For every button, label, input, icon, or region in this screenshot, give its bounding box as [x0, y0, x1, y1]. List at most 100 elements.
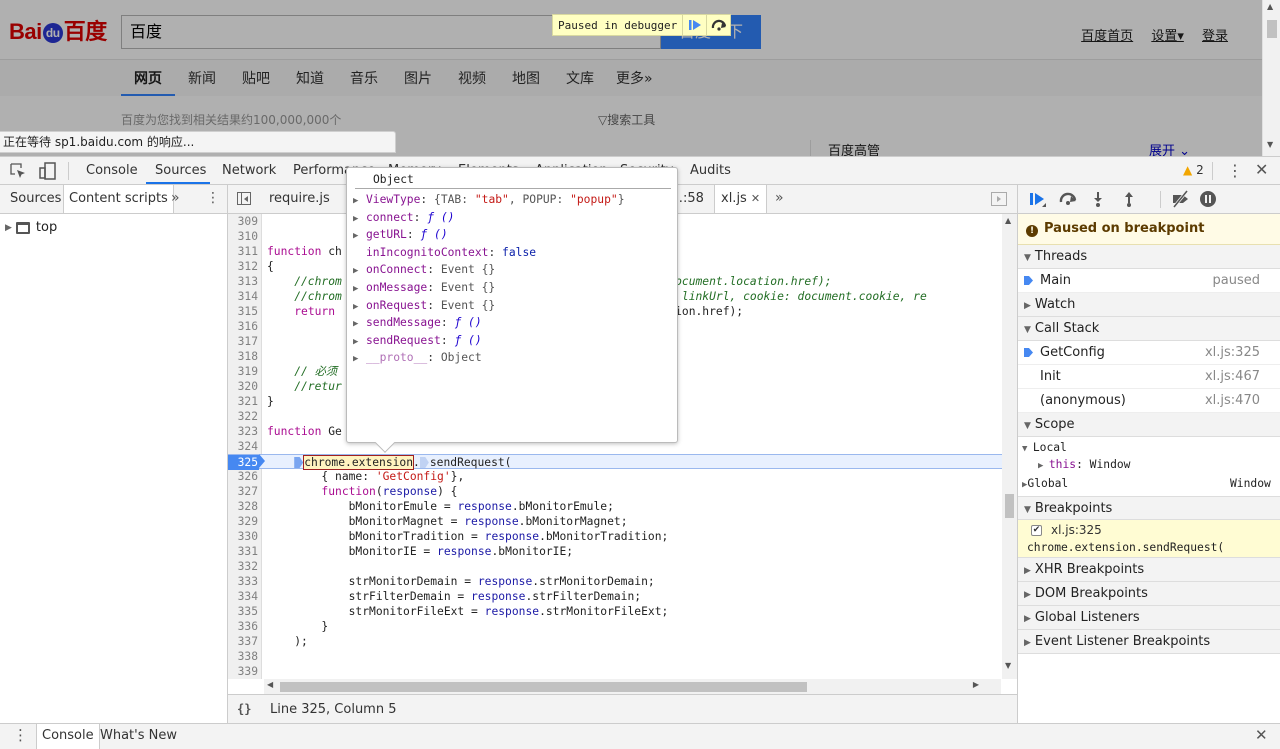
- deactivate-breakpoints-button[interactable]: [1170, 190, 1192, 211]
- step-over-button[interactable]: [1058, 190, 1078, 211]
- tab-network[interactable]: Network: [222, 163, 276, 178]
- section-breakpoints[interactable]: ▼ Breakpoints: [1018, 496, 1280, 520]
- object-property[interactable]: ▶ onMessage: Event {}: [353, 279, 495, 296]
- section-call-stack[interactable]: ▼ Call Stack: [1018, 317, 1280, 341]
- link-home[interactable]: 百度首页: [1081, 29, 1133, 44]
- code-line[interactable]: 338: [228, 649, 1002, 664]
- section-threads[interactable]: ▼ Threads: [1018, 245, 1280, 269]
- scroll-down-icon[interactable]: ▼: [1267, 140, 1273, 149]
- more-tabs-icon[interactable]: »: [171, 190, 180, 206]
- expand-triangle-icon[interactable]: ▶: [353, 334, 366, 351]
- line-number[interactable]: 311: [228, 244, 258, 259]
- line-number[interactable]: 310: [228, 229, 258, 244]
- code-line[interactable]: 328 bMonitorEmule = response.bMonitorEmu…: [228, 499, 1002, 514]
- thread-item[interactable]: Main paused: [1018, 269, 1280, 293]
- object-property[interactable]: ▶ ViewType: {TAB: "tab", POPUP: "popup"}: [353, 191, 625, 208]
- line-number[interactable]: 314: [228, 289, 258, 304]
- line-number[interactable]: 322: [228, 409, 258, 424]
- drawer-tab-console[interactable]: Console: [36, 724, 100, 749]
- call-frame[interactable]: Init xl.js:467: [1018, 365, 1280, 389]
- page-scroll-thumb[interactable]: [1267, 20, 1277, 38]
- code-line[interactable]: 337 );: [228, 634, 1002, 649]
- drawer-menu-icon[interactable]: ⋮: [13, 726, 28, 744]
- scroll-up-icon[interactable]: ▲: [1005, 216, 1011, 225]
- code-line[interactable]: 339: [228, 664, 1002, 679]
- object-property[interactable]: ▶ __proto__: Object: [353, 349, 482, 366]
- scope-global[interactable]: ▶Global: [1022, 477, 1068, 490]
- scroll-right-icon[interactable]: ▶: [973, 680, 979, 689]
- line-number[interactable]: 324: [228, 439, 258, 454]
- expand-triangle-icon[interactable]: ▶: [353, 316, 366, 333]
- search-tools-button[interactable]: ▽搜索工具: [598, 111, 655, 128]
- inspect-element-button[interactable]: [9, 162, 27, 183]
- link-login[interactable]: 登录: [1202, 29, 1228, 44]
- scope-local[interactable]: ▼ Local: [1022, 441, 1067, 454]
- line-number[interactable]: 332: [228, 559, 258, 574]
- line-number[interactable]: 338: [228, 649, 258, 664]
- object-property[interactable]: ▶ connect: ƒ (): [353, 209, 454, 226]
- line-number[interactable]: 315: [228, 304, 258, 319]
- more-tabs-icon[interactable]: »: [775, 190, 784, 206]
- editor-vertical-scrollbar[interactable]: ▲ ▼: [1002, 214, 1017, 679]
- expand-triangle-icon[interactable]: ▶: [353, 211, 366, 228]
- code-line[interactable]: 336 }: [228, 619, 1002, 634]
- line-number[interactable]: 330: [228, 529, 258, 544]
- object-property[interactable]: ▶ onConnect: Event {}: [353, 261, 495, 278]
- toggle-debugger-sidebar-icon[interactable]: [991, 192, 1007, 206]
- expand-triangle-icon[interactable]: ▶: [353, 281, 366, 298]
- scroll-left-icon[interactable]: ◀: [267, 680, 273, 689]
- section-event-listener-breakpoints[interactable]: ▶ Event Listener Breakpoints: [1018, 630, 1280, 654]
- line-number[interactable]: 319: [228, 364, 258, 379]
- nav-tab-map[interactable]: 地图: [512, 68, 540, 88]
- code-line[interactable]: 326 { name: 'GetConfig'},: [228, 469, 1002, 484]
- code-line[interactable]: 334 strFilterDemain = response.strFilter…: [228, 589, 1002, 604]
- section-xhr-breakpoints[interactable]: ▶ XHR Breakpoints: [1018, 558, 1280, 582]
- call-frame[interactable]: GetConfig xl.js:325: [1018, 341, 1280, 365]
- step-out-button[interactable]: [1121, 190, 1137, 211]
- object-property[interactable]: ▶ onRequest: Event {}: [353, 297, 495, 314]
- editor-horizontal-scrollbar[interactable]: ◀ ▶: [264, 679, 1001, 694]
- expand-triangle-icon[interactable]: ▶: [353, 193, 366, 210]
- object-property[interactable]: ▶ getURL: ƒ (): [353, 226, 448, 243]
- baidu-logo[interactable]: Bai du 百度: [9, 14, 107, 46]
- section-dom-breakpoints[interactable]: ▶ DOM Breakpoints: [1018, 582, 1280, 606]
- more-options-icon[interactable]: ⋮: [1227, 161, 1243, 180]
- nav-tab-news[interactable]: 新闻: [188, 68, 216, 88]
- line-number[interactable]: 318: [228, 349, 258, 364]
- link-settings[interactable]: 设置▾: [1151, 29, 1184, 44]
- code-line[interactable]: 332: [228, 559, 1002, 574]
- page-scrollbar[interactable]: ▲ ▼: [1262, 0, 1280, 156]
- line-number[interactable]: 317: [228, 334, 258, 349]
- file-tab-require-js[interactable]: require.js: [263, 185, 336, 213]
- nav-tab-web[interactable]: 网页: [134, 68, 162, 88]
- line-number[interactable]: 329: [228, 514, 258, 529]
- pretty-print-button[interactable]: {}: [237, 702, 251, 716]
- file-tab-xl-js[interactable]: xl.js ✕: [714, 185, 768, 213]
- scope-this[interactable]: ▶ this: Window: [1038, 458, 1130, 471]
- breakpoint-checkbox[interactable]: ✔: [1031, 525, 1042, 536]
- frame-location[interactable]: xl.js:325: [1205, 341, 1260, 364]
- editor-hscroll-thumb[interactable]: [280, 682, 807, 692]
- code-line-current[interactable]: 325 chrome.extension. sendRequest(: [228, 454, 1002, 470]
- scroll-up-icon[interactable]: ▲: [1267, 2, 1273, 11]
- resume-button[interactable]: [1028, 190, 1048, 211]
- section-scope[interactable]: ▼ Scope: [1018, 413, 1280, 437]
- frame-location[interactable]: xl.js:467: [1205, 365, 1260, 388]
- line-number[interactable]: 309: [228, 214, 258, 229]
- line-number[interactable]: 334: [228, 589, 258, 604]
- nav-tab-more[interactable]: 更多»: [616, 68, 653, 88]
- close-drawer-icon[interactable]: ✕: [1255, 726, 1268, 744]
- toggle-navigator-icon[interactable]: [237, 192, 251, 205]
- navigator-tab-sources[interactable]: Sources: [5, 185, 66, 213]
- expand-triangle-icon[interactable]: ▶: [353, 228, 366, 245]
- warnings-counter[interactable]: ▲ 2: [1183, 163, 1204, 177]
- frame-location[interactable]: xl.js:470: [1205, 389, 1260, 412]
- line-number[interactable]: 339: [228, 664, 258, 679]
- tab-audits[interactable]: Audits: [690, 163, 731, 178]
- step-into-button[interactable]: [1090, 190, 1106, 211]
- code-line[interactable]: 330 bMonitorTradition = response.bMonito…: [228, 529, 1002, 544]
- expand-triangle-icon[interactable]: ▶: [353, 351, 366, 368]
- navigator-tab-content-scripts[interactable]: Content scripts: [63, 185, 174, 213]
- section-global-listeners[interactable]: ▶ Global Listeners: [1018, 606, 1280, 630]
- code-line[interactable]: 333 strMonitorDemain = response.strMonit…: [228, 574, 1002, 589]
